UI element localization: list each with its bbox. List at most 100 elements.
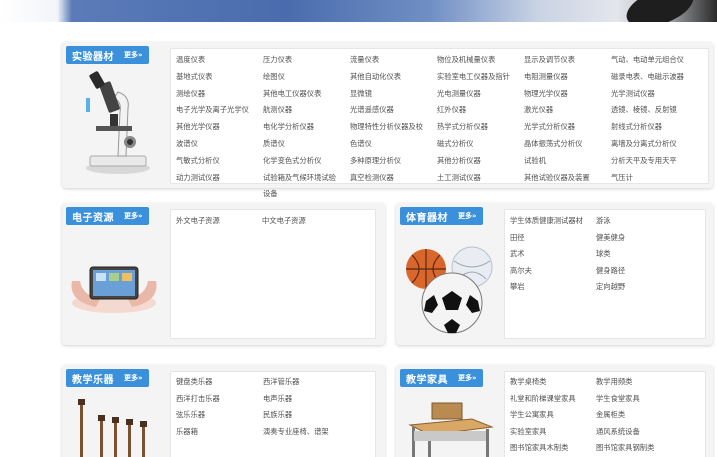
lab-link[interactable]: 晶体振荡式分析仪 [524, 139, 582, 148]
sports-link[interactable]: 定向越野 [596, 282, 625, 291]
lab-link[interactable]: 流量仪表 [350, 55, 379, 64]
lab-link[interactable]: 电化学分析仪器 [263, 122, 314, 131]
lab-link[interactable]: 透镜、棱镜、反射镜 [611, 105, 677, 114]
lab-link[interactable]: 其他分析仪器 [437, 156, 481, 165]
electronic-more-link[interactable]: 更多» [124, 211, 143, 221]
musical-instruments-panel: 教学乐器 更多» 键盘类乐器 西洋管乐器西洋打击乐器 电声乐器弦乐乐器 民族乐器乐器箱… [62, 365, 385, 457]
musical-instruments-title: 教学乐器 [72, 374, 114, 386]
lab-link[interactable]: 物位及机械量仪表 [437, 55, 495, 64]
lab-link[interactable]: 基地式仪表 [176, 72, 212, 81]
furniture-link[interactable]: 金属柜类 [596, 410, 625, 419]
sports-link[interactable]: 高尔夫 [510, 266, 532, 275]
lab-link[interactable]: 电阻测量仪器 [524, 72, 568, 81]
lab-more-link[interactable]: 更多» [124, 50, 143, 60]
lab-link[interactable]: 动力测试仪器 [176, 173, 220, 182]
lab-link[interactable]: 物理特性分析仪器及校 [350, 122, 423, 131]
lab-link[interactable]: 其他电工仪器仪表 [263, 89, 321, 98]
lab-link[interactable]: 物理光学仪器 [524, 89, 568, 98]
sports-link[interactable]: 健身路径 [596, 266, 625, 275]
electronic-link-foreign[interactable]: 外文电子资源 [176, 216, 220, 225]
top-banner [0, 0, 717, 22]
lab-link[interactable]: 分析天平及专用天平 [611, 156, 677, 165]
furniture-link[interactable]: 图书馆家具钢制类 [596, 443, 654, 452]
sports-link[interactable]: 学生体质健康测试器材 [510, 216, 583, 225]
sports-equipment-panel: 体育器材 更多» 学生体质健康测试器材 游泳田径 健美健身武术 球类高尔夫 健身路径攀岩… [396, 203, 713, 345]
lab-link[interactable]: 绘图仪 [263, 72, 285, 81]
teaching-furniture-title: 教学家具 [406, 374, 448, 386]
music-link[interactable]: 民族乐器 [263, 410, 292, 419]
lab-link[interactable]: 光学测试仪器 [611, 89, 655, 98]
lab-link[interactable]: 磁式分析仪 [437, 139, 473, 148]
lab-link[interactable]: 试验箱及气候环境试验 [263, 173, 336, 182]
lab-link[interactable]: 测绘仪器 [176, 89, 205, 98]
lab-link[interactable]: 试验机 [524, 156, 546, 165]
lab-link[interactable]: 质谱仪 [263, 139, 285, 148]
furniture-more-link[interactable]: 更多» [458, 373, 477, 383]
lab-link[interactable]: 光学式分析仪器 [524, 122, 575, 131]
lab-link[interactable]: 其他光学仪器 [176, 122, 220, 131]
music-link[interactable]: 弦乐乐器 [176, 410, 205, 419]
lab-link[interactable]: 显示及调节仪表 [524, 55, 575, 64]
lab-link[interactable]: 其他自动化仪表 [350, 72, 401, 81]
furniture-link[interactable]: 图书馆家具木制类 [510, 443, 568, 452]
teaching-furniture-panel: 教学家具 更多» 教学桌椅类 教学用频类礼堂和阶梯课堂家具 学生食堂家具学生公寓家具… [396, 365, 713, 457]
lab-link[interactable]: 压力仪表 [263, 55, 292, 64]
lab-link[interactable]: 显微镜 [350, 89, 372, 98]
furniture-link[interactable]: 实验室家具 [510, 427, 546, 436]
furniture-link[interactable]: 礼堂和阶梯课堂家具 [510, 394, 576, 403]
teaching-furniture-tag[interactable]: 教学家具 更多» [400, 369, 483, 387]
lab-link[interactable]: 电子光学及离子光学仪 [176, 105, 249, 114]
electronic-resources-panel: 电子资源 更多» 外文电子资源 中文电子资源 [62, 203, 385, 345]
furniture-link[interactable]: 通风系统设备 [596, 427, 640, 436]
lab-link[interactable]: 激光仪器 [524, 105, 553, 114]
music-link[interactable]: 西洋管乐器 [263, 377, 299, 386]
sports-link[interactable]: 游泳 [596, 216, 611, 225]
lab-link[interactable]: 气敏式分析仪 [176, 156, 220, 165]
lab-link[interactable]: 土工测试仪器 [437, 173, 481, 182]
furniture-link[interactable]: 学生食堂家具 [596, 394, 640, 403]
sports-link[interactable]: 田径 [510, 233, 525, 242]
lab-link[interactable]: 气动、电动单元组合仪 [611, 55, 684, 64]
music-link[interactable]: 乐器箱 [176, 427, 198, 436]
lab-link[interactable]: 其他试验仪器及装置 [524, 173, 590, 182]
music-link[interactable]: 西洋打击乐器 [176, 394, 220, 403]
music-link[interactable]: 电声乐器 [263, 394, 292, 403]
lab-link[interactable]: 实验室电工仪器及指针 [437, 72, 510, 81]
lab-link[interactable]: 磁录电表、电磁示波器 [611, 72, 684, 81]
microscope-image [66, 68, 166, 178]
lab-link[interactable]: 红外仪器 [437, 105, 466, 114]
furniture-link[interactable]: 教学用频类 [596, 377, 632, 386]
banner-figure [621, 0, 699, 22]
sports-equipment-tag[interactable]: 体育器材 更多» [400, 207, 483, 225]
sports-more-link[interactable]: 更多» [458, 211, 477, 221]
lab-link[interactable]: 化学变色式分析仪 [263, 156, 321, 165]
sports-link[interactable]: 健美健身 [596, 233, 625, 242]
music-link[interactable]: 演奏专业座椅、谱架 [263, 427, 329, 436]
lab-link[interactable]: 真空检测仪器 [350, 173, 394, 182]
lab-link[interactable]: 波谱仪 [176, 139, 198, 148]
sports-link[interactable]: 攀岩 [510, 282, 525, 291]
lab-link[interactable]: 光电测量仪器 [437, 89, 481, 98]
lab-link[interactable]: 航测仪器 [263, 105, 292, 114]
sports-link[interactable]: 武术 [510, 249, 525, 258]
desk-chair-image [402, 397, 500, 457]
musical-instruments-tag[interactable]: 教学乐器 更多» [66, 369, 149, 387]
sports-link[interactable]: 球类 [596, 249, 611, 258]
lab-link[interactable]: 多种原理分析仪 [350, 156, 401, 165]
lab-link[interactable]: 离墙及分离式分析仪 [611, 139, 677, 148]
lab-equipment-tag[interactable]: 实验器材 更多» [66, 46, 149, 64]
music-link[interactable]: 键盘类乐器 [176, 377, 212, 386]
lab-link[interactable]: 气压计 [611, 173, 633, 182]
lab-link[interactable]: 色谱仪 [350, 139, 372, 148]
lab-link[interactable]: 射线式分析仪器 [611, 122, 662, 131]
lab-link[interactable]: 光谱遥感仪器 [350, 105, 394, 114]
electronic-link-chinese[interactable]: 中文电子资源 [262, 216, 306, 225]
lab-link[interactable]: 温度仪表 [176, 55, 205, 64]
music-more-link[interactable]: 更多» [124, 373, 143, 383]
lab-link[interactable]: 设备 [263, 189, 278, 198]
furniture-link[interactable]: 学生公寓家具 [510, 410, 554, 419]
lab-link[interactable]: 热学式分析仪器 [437, 122, 488, 131]
lab-equipment-panel: 实验器材 更多» 温度仪表 压力仪表 流量仪表 物位及机械量仪表 显示及调节仪表 气动、电… [62, 42, 713, 198]
electronic-resources-tag[interactable]: 电子资源 更多» [66, 207, 149, 225]
furniture-link[interactable]: 教学桌椅类 [510, 377, 546, 386]
